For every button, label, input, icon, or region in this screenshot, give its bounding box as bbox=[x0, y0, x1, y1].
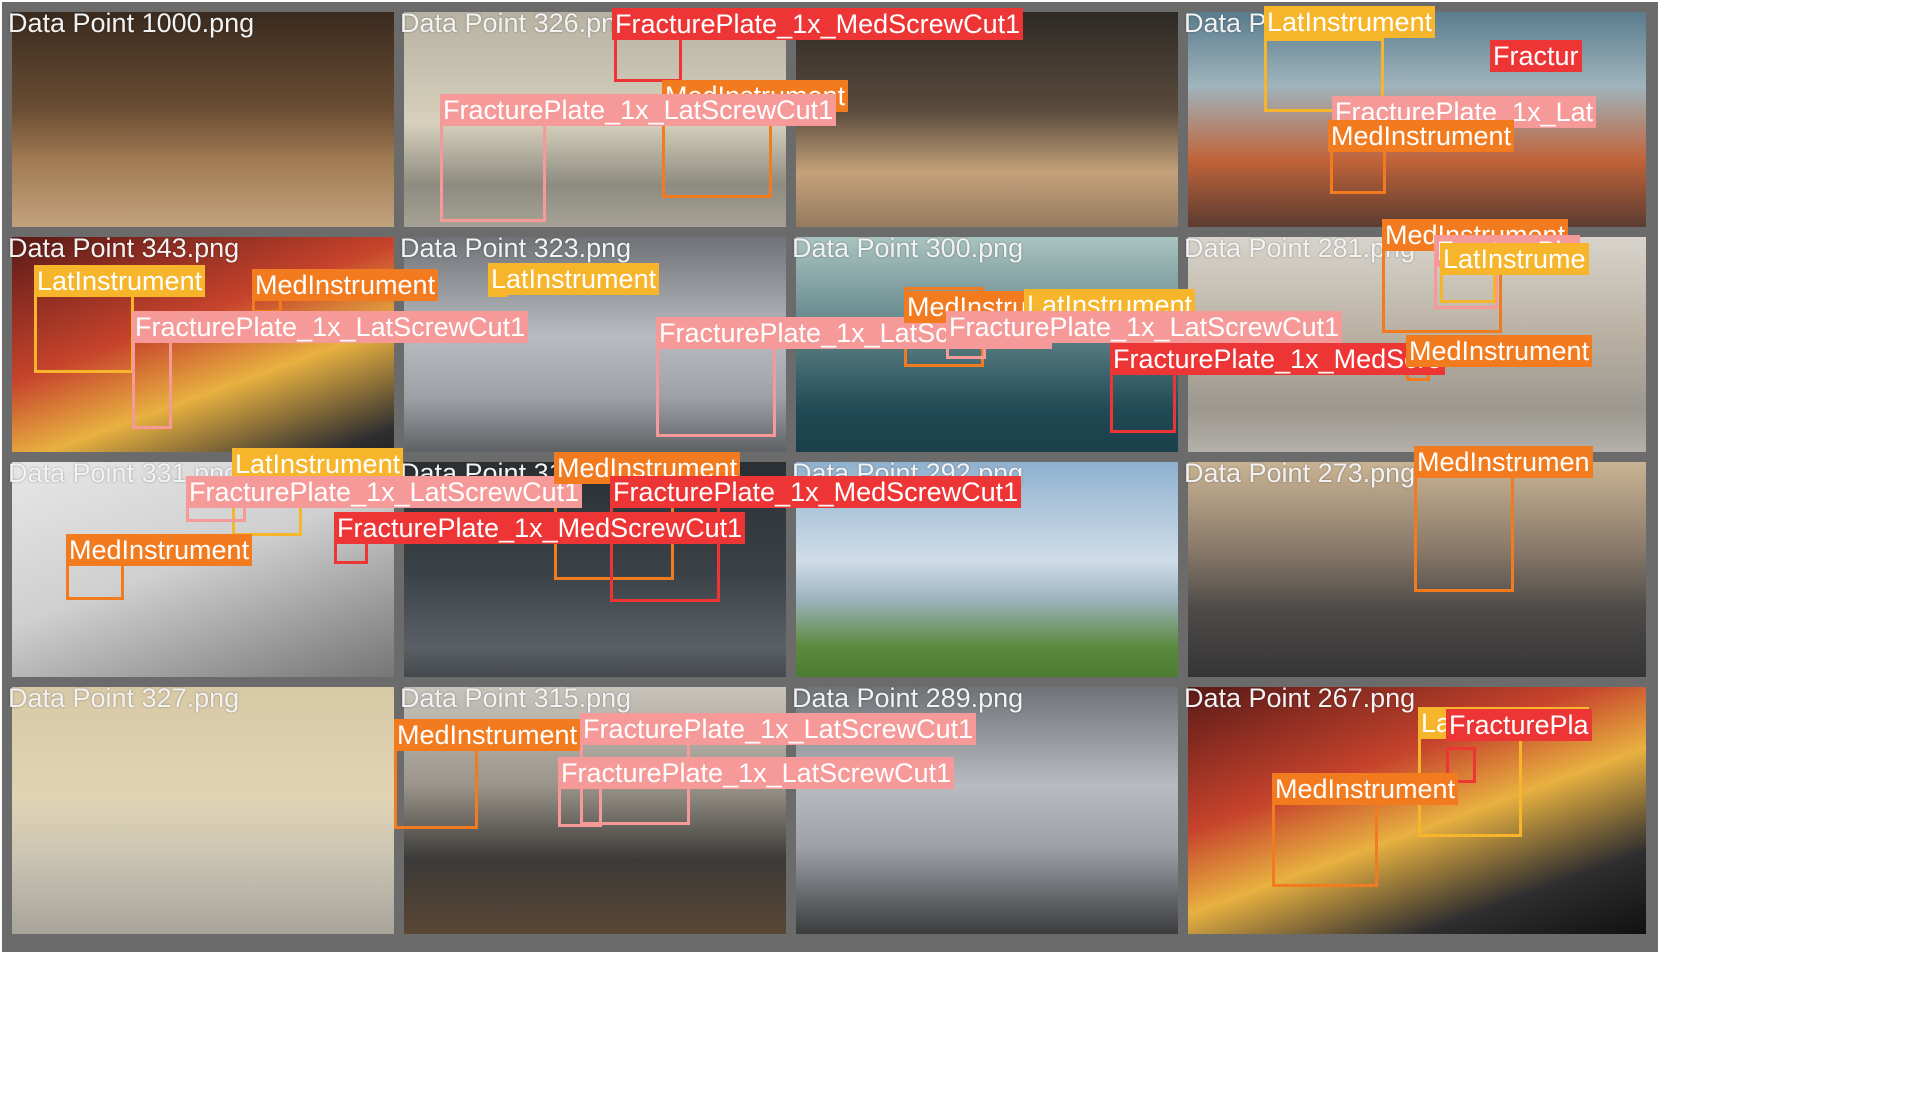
class-label-tag: FracturePlate_1x_MedScrewCut1 bbox=[334, 512, 746, 544]
image-filename-label: Data Point 326.png bbox=[400, 8, 632, 38]
class-label-tag: LatInstrument bbox=[34, 265, 206, 297]
image-filename-label: Data Point 315.png bbox=[400, 683, 632, 713]
image-filename-label: Data Point 323.png bbox=[400, 233, 632, 263]
class-label-tag: FracturePlate_1x_MedScrewCut1 bbox=[612, 8, 1024, 40]
image-filename-label: Data Point 289.png bbox=[792, 683, 1024, 713]
image-filename-label: Data Point 281.png bbox=[1184, 233, 1416, 263]
class-label-tag: MedInstrument bbox=[394, 719, 581, 751]
class-label-tag: Fractur bbox=[1490, 40, 1582, 72]
image-filename-label: Data Point 343.png bbox=[8, 233, 240, 263]
class-label-tag: FracturePlate_1x_LatScrewCut1 bbox=[186, 476, 583, 508]
class-label-tag: LatInstrument bbox=[488, 263, 660, 295]
image-filename-label: Data Point 300.png bbox=[792, 233, 1024, 263]
prediction-grid: Data Point 1000.png Data Point 326.png Fra… bbox=[0, 0, 1920, 1100]
class-label-tag: FracturePlate_1x_LatScrewCut1 bbox=[440, 94, 837, 126]
class-label-tag: FracturePlate_1x_MedScrewCut1 bbox=[610, 476, 1022, 508]
image-filename-label: Data Point 327.png bbox=[8, 683, 240, 713]
image-filename-label: Data Point 273.png bbox=[1184, 458, 1416, 488]
class-label-tag: LatInstrument bbox=[1264, 6, 1436, 38]
class-label-tag: MedInstrument bbox=[1406, 335, 1593, 367]
class-label-tag: FracturePlate_1x_LatScrewCut1 bbox=[558, 757, 955, 789]
class-label-tag: FracturePlate_1x_LatScrewCut1 bbox=[946, 311, 1343, 343]
class-label-tag: MedInstrument bbox=[1272, 773, 1459, 805]
class-label-tag: MedInstrument bbox=[66, 534, 253, 566]
class-label-tag: MedInstrument bbox=[1328, 120, 1515, 152]
class-label-tag: FracturePla bbox=[1446, 709, 1592, 741]
class-label-tag: FracturePlate_1x_MedScre bbox=[1110, 343, 1445, 375]
image-filename-label: Data Point 267.png bbox=[1184, 683, 1416, 713]
image-tile[interactable]: Data Point 267.pngLatInstrumentFractureP… bbox=[1178, 677, 1658, 952]
class-label-tag: LatInstrume bbox=[1440, 243, 1589, 275]
class-label-tag: FracturePlate_1x_LatScrewCut1 bbox=[132, 311, 529, 343]
class-label-tag: MedInstrumen bbox=[1414, 446, 1593, 478]
image-filename-label: Data Point 1000.png bbox=[8, 8, 255, 38]
class-label-tag: FracturePlate_1x_LatScrewCut1 bbox=[580, 713, 977, 745]
class-label-tag: MedInstrument bbox=[252, 269, 439, 301]
